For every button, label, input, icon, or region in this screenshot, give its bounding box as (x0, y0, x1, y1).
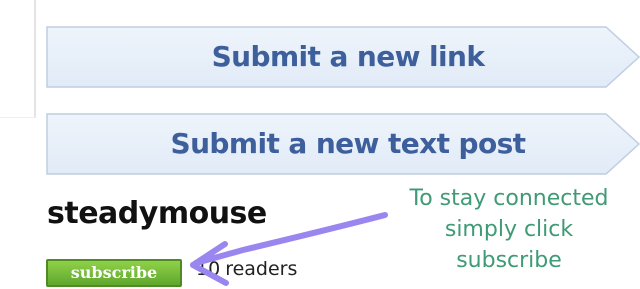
annotation-line-1: To stay connected (409, 186, 609, 211)
submit-text-post-button[interactable]: Submit a new text post (46, 113, 640, 175)
reader-count: 10 readers (196, 258, 297, 280)
submit-link-button[interactable]: Submit a new link (46, 26, 640, 88)
submit-text-post-label: Submit a new text post (170, 127, 527, 160)
submit-link-label: Submit a new link (211, 40, 485, 73)
annotation-line-2: simply click (444, 217, 574, 242)
help-annotation: To stay connected simply click subscribe (378, 183, 640, 276)
reader-count-number: 10 (196, 258, 221, 280)
reader-count-label: readers (225, 258, 298, 280)
subreddit-title: steadymouse (47, 196, 267, 231)
annotation-line-3: subscribe (456, 248, 562, 273)
subscribe-button[interactable]: subscribe (46, 259, 182, 287)
sidebar-divider (0, 0, 36, 118)
